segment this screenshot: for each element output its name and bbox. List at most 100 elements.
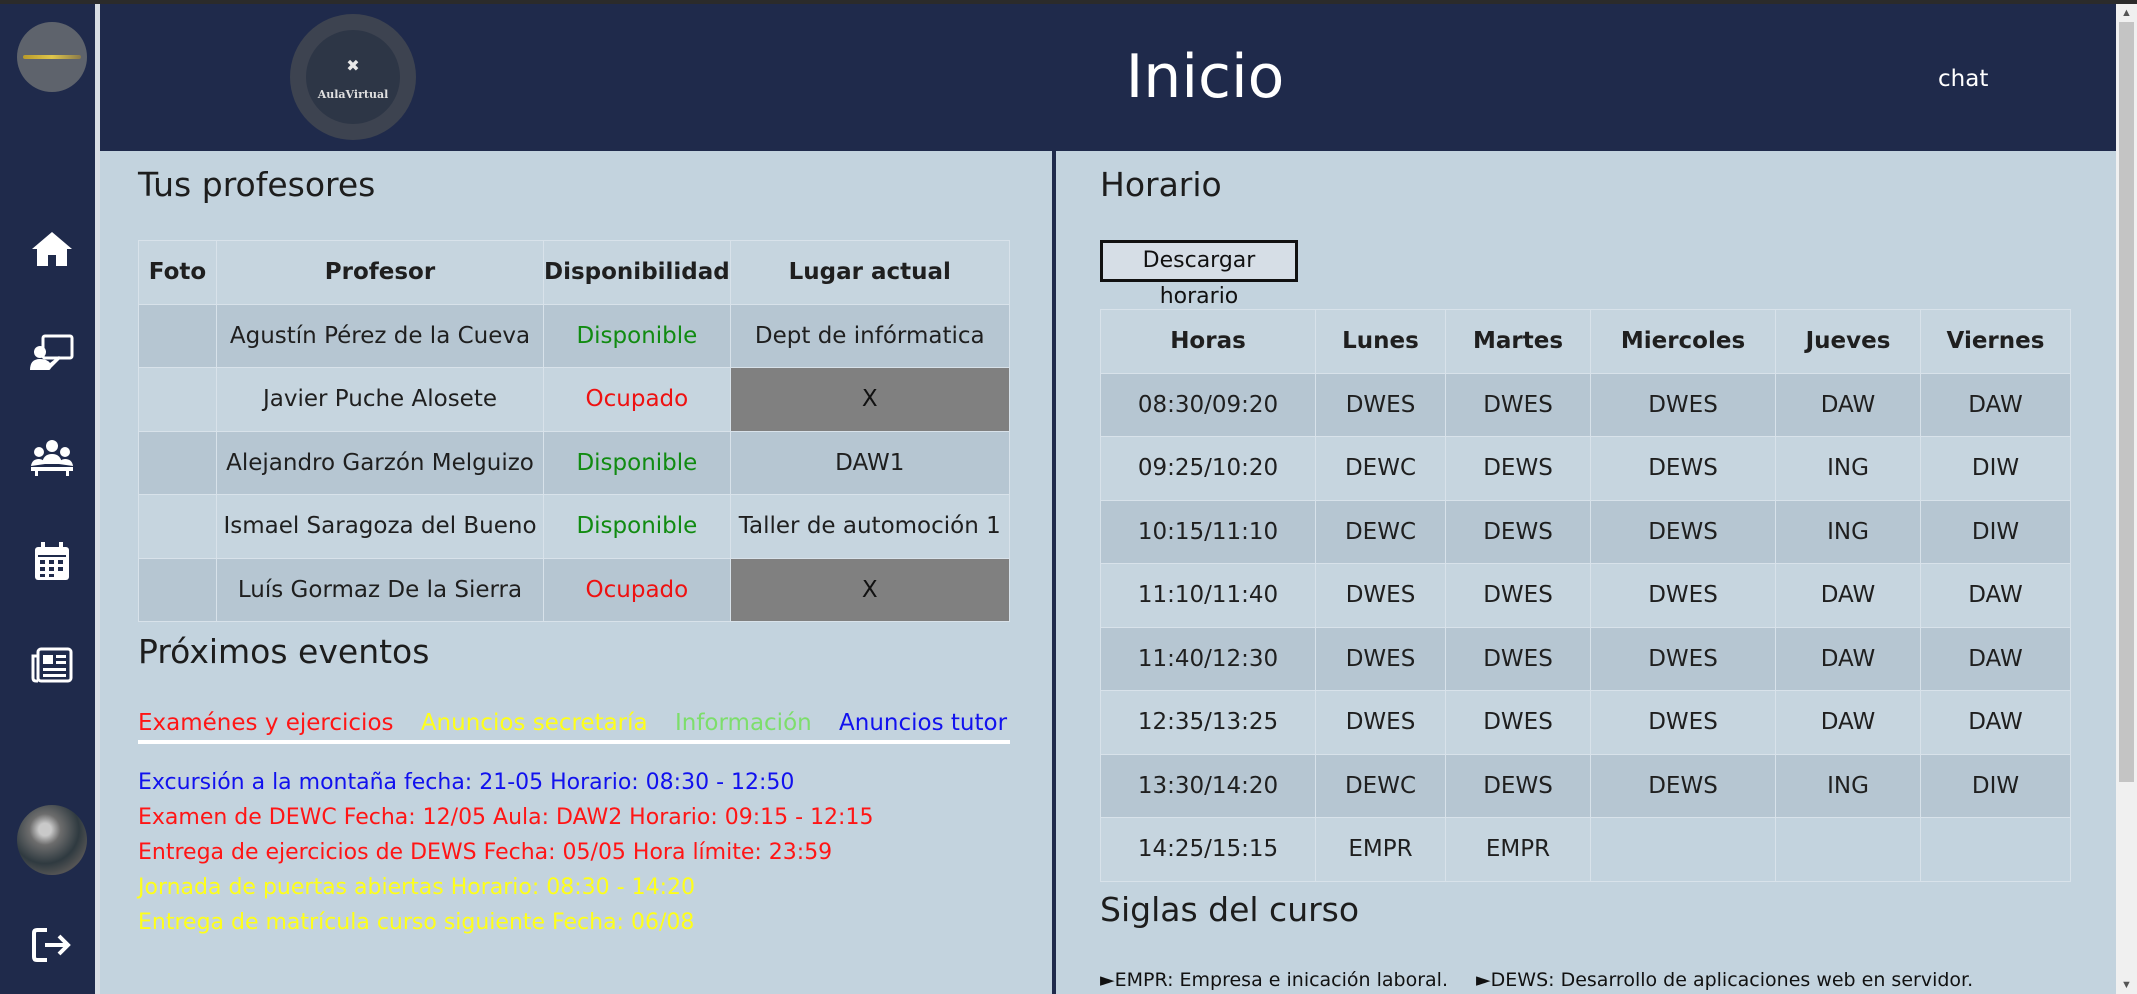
teacher-photo xyxy=(138,303,217,368)
schedule-time-cell: 08:30/09:20 xyxy=(1100,372,1316,437)
schedule-subject-cell: DWES xyxy=(1590,690,1776,755)
column-header: Lugar actual xyxy=(729,240,1010,305)
sidebar-logo[interactable] xyxy=(17,22,87,92)
column-header: Profesor xyxy=(216,240,544,305)
schedule-subject-cell: DWES xyxy=(1315,563,1446,628)
scroll-up-icon[interactable]: ▲ xyxy=(2116,4,2137,22)
table-row: 08:30/09:20 DWES DWES DWES DAW DAW xyxy=(1100,372,2071,437)
schedule-subject-cell: DAW xyxy=(1775,626,1921,691)
group-meeting-icon[interactable] xyxy=(29,434,75,480)
logo-mark-icon: ✖ xyxy=(346,56,360,75)
schedule-subject-cell: DAW xyxy=(1920,563,2071,628)
sidebar-edge xyxy=(95,4,100,994)
teacher-board-icon[interactable] xyxy=(29,330,75,376)
schedule-subject-cell: DAW xyxy=(1775,563,1921,628)
teacher-location: Dept de infórmatica xyxy=(729,303,1010,368)
chat-link[interactable]: chat xyxy=(1938,66,1988,92)
column-header: Foto xyxy=(138,240,217,305)
schedule-subject-cell: DEWS xyxy=(1590,753,1776,818)
teacher-status: Disponible xyxy=(543,494,731,559)
header: ✖ AulaVirtual Inicio chat xyxy=(100,4,2116,151)
column-header: Lunes xyxy=(1315,309,1446,374)
event-item: Entrega de matrícula curso siguiente Fec… xyxy=(138,910,695,935)
schedule-table: Horas Lunes Martes Miercoles Jueves Vier… xyxy=(1100,309,2071,882)
teacher-name: Agustín Pérez de la Cueva xyxy=(216,303,544,368)
acronyms-title: Siglas del curso xyxy=(1100,890,1360,929)
schedule-subject-cell: ING xyxy=(1775,499,1921,564)
acronym-item: ►DEWS: Desarrollo de aplicaciones web en… xyxy=(1476,969,1974,991)
schedule-time-cell: 09:25/10:20 xyxy=(1100,436,1316,501)
tab-exams[interactable]: Examénes y ejercicios xyxy=(138,710,394,736)
schedule-time-cell: 11:40/12:30 xyxy=(1100,626,1316,691)
tab-tutor[interactable]: Anuncios tutor xyxy=(839,710,1007,736)
teacher-status: Ocupado xyxy=(543,557,731,622)
schedule-subject-cell: ING xyxy=(1775,753,1921,818)
home-icon[interactable] xyxy=(29,226,75,272)
schedule-subject-cell xyxy=(1920,817,2071,882)
schedule-subject-cell: DWES xyxy=(1590,563,1776,628)
teacher-location: DAW1 xyxy=(729,430,1010,495)
page-scrollbar[interactable]: ▲ ▼ xyxy=(2116,4,2137,994)
column-divider xyxy=(1052,151,1056,994)
schedule-subject-cell: DIW xyxy=(1920,499,2071,564)
events-list: Excursión a la montaña fecha: 21-05 Hora… xyxy=(138,768,1038,943)
schedule-subject-cell: DWES xyxy=(1445,626,1591,691)
teacher-status: Ocupado xyxy=(543,367,731,432)
schedule-subject-cell: DEWC xyxy=(1315,436,1446,501)
column-header: Horas xyxy=(1100,309,1316,374)
table-row: 11:10/11:40 DWES DWES DWES DAW DAW xyxy=(1100,563,2071,628)
event-item: Jornada de puertas abiertas Horario: 08:… xyxy=(138,875,695,900)
events-tabs: Examénes y ejercicios Anuncios secretarí… xyxy=(138,710,1010,744)
schedule-subject-cell: DIW xyxy=(1920,436,2071,501)
teacher-photo xyxy=(138,557,217,622)
table-row: Ismael Saragoza del Bueno Disponible Tal… xyxy=(138,494,1010,559)
table-row: Alejandro Garzón Melguizo Disponible DAW… xyxy=(138,430,1010,495)
user-avatar[interactable] xyxy=(17,805,87,875)
acronyms-list: ►EMPR: Empresa e inicación laboral. ►DEW… xyxy=(1100,969,1995,991)
tab-secretary[interactable]: Anuncios secretaría xyxy=(421,710,648,736)
scroll-down-icon[interactable]: ▼ xyxy=(2116,976,2137,994)
schedule-subject-cell: DWES xyxy=(1315,372,1446,437)
table-row: 12:35/13:25 DWES DWES DWES DAW DAW xyxy=(1100,690,2071,755)
table-row: 14:25/15:15 EMPR EMPR xyxy=(1100,817,2071,882)
schedule-subject-cell: DEWS xyxy=(1590,436,1776,501)
tab-information[interactable]: Información xyxy=(675,710,812,736)
teacher-location: X xyxy=(729,367,1010,432)
schedule-subject-cell: ING xyxy=(1775,436,1921,501)
column-header: Viernes xyxy=(1920,309,2071,374)
calendar-icon[interactable] xyxy=(29,539,75,585)
events-title: Próximos eventos xyxy=(138,632,430,671)
column-header: Jueves xyxy=(1775,309,1921,374)
teacher-name: Ismael Saragoza del Bueno xyxy=(216,494,544,559)
download-schedule-button[interactable]: Descargar horario xyxy=(1100,240,1298,309)
teacher-photo xyxy=(138,430,217,495)
teacher-name: Alejandro Garzón Melguizo xyxy=(216,430,544,495)
table-row: Luís Gormaz De la Sierra Ocupado X xyxy=(138,557,1010,622)
schedule-subject-cell: DEWC xyxy=(1315,753,1446,818)
teachers-title: Tus profesores xyxy=(138,165,376,204)
page-title: Inicio xyxy=(1125,42,1285,112)
schedule-subject-cell: DEWS xyxy=(1590,499,1776,564)
sidebar xyxy=(0,4,95,994)
schedule-time-cell: 11:10/11:40 xyxy=(1100,563,1316,628)
teacher-photo xyxy=(138,367,217,432)
schedule-subject-cell: DWES xyxy=(1445,563,1591,628)
teacher-name: Javier Puche Alosete xyxy=(216,367,544,432)
schedule-time-cell: 14:25/15:15 xyxy=(1100,817,1316,882)
schedule-subject-cell: DAW xyxy=(1775,372,1921,437)
teachers-table: Foto Profesor Disponibilidad Lugar actua… xyxy=(138,240,1010,622)
teacher-status: Disponible xyxy=(543,303,731,368)
acronym-item: ►EMPR: Empresa e inicación laboral. xyxy=(1100,969,1448,991)
logout-icon[interactable] xyxy=(29,922,75,968)
schedule-subject-cell xyxy=(1775,817,1921,882)
teacher-location: Taller de automoción 1 xyxy=(729,494,1010,559)
aulavirtual-logo[interactable]: ✖ AulaVirtual xyxy=(290,14,416,140)
schedule-subject-cell: DAW xyxy=(1920,372,2071,437)
schedule-subject-cell: DWES xyxy=(1590,372,1776,437)
schedule-time-cell: 13:30/14:20 xyxy=(1100,753,1316,818)
schedule-subject-cell: DAW xyxy=(1920,626,2071,691)
logo-text: AulaVirtual xyxy=(317,88,389,101)
schedule-time-cell: 10:15/11:10 xyxy=(1100,499,1316,564)
newspaper-icon[interactable] xyxy=(29,642,75,688)
scrollbar-thumb[interactable] xyxy=(2119,22,2134,782)
